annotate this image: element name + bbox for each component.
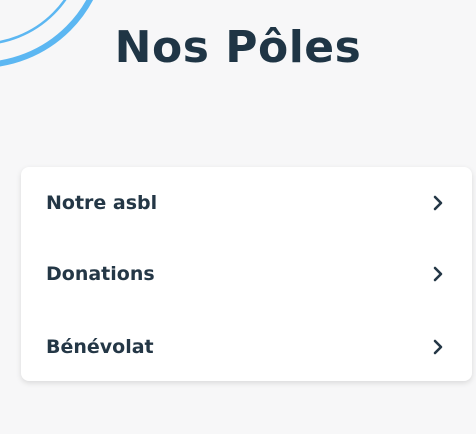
menu-item-benevolat[interactable]: Bénévolat	[21, 322, 472, 372]
menu-item-notre-asbl[interactable]: Notre asbl	[21, 178, 472, 228]
chevron-right-icon	[433, 339, 443, 355]
poles-menu: Notre asbl Donations Bénévolat	[21, 167, 472, 381]
menu-item-label: Bénévolat	[46, 336, 154, 358]
chevron-right-icon	[433, 266, 443, 282]
menu-item-label: Donations	[46, 263, 155, 285]
menu-item-label: Notre asbl	[46, 192, 158, 214]
chevron-right-icon	[433, 195, 443, 211]
page-title: Nos Pôles	[114, 22, 362, 73]
menu-item-donations[interactable]: Donations	[21, 249, 472, 299]
